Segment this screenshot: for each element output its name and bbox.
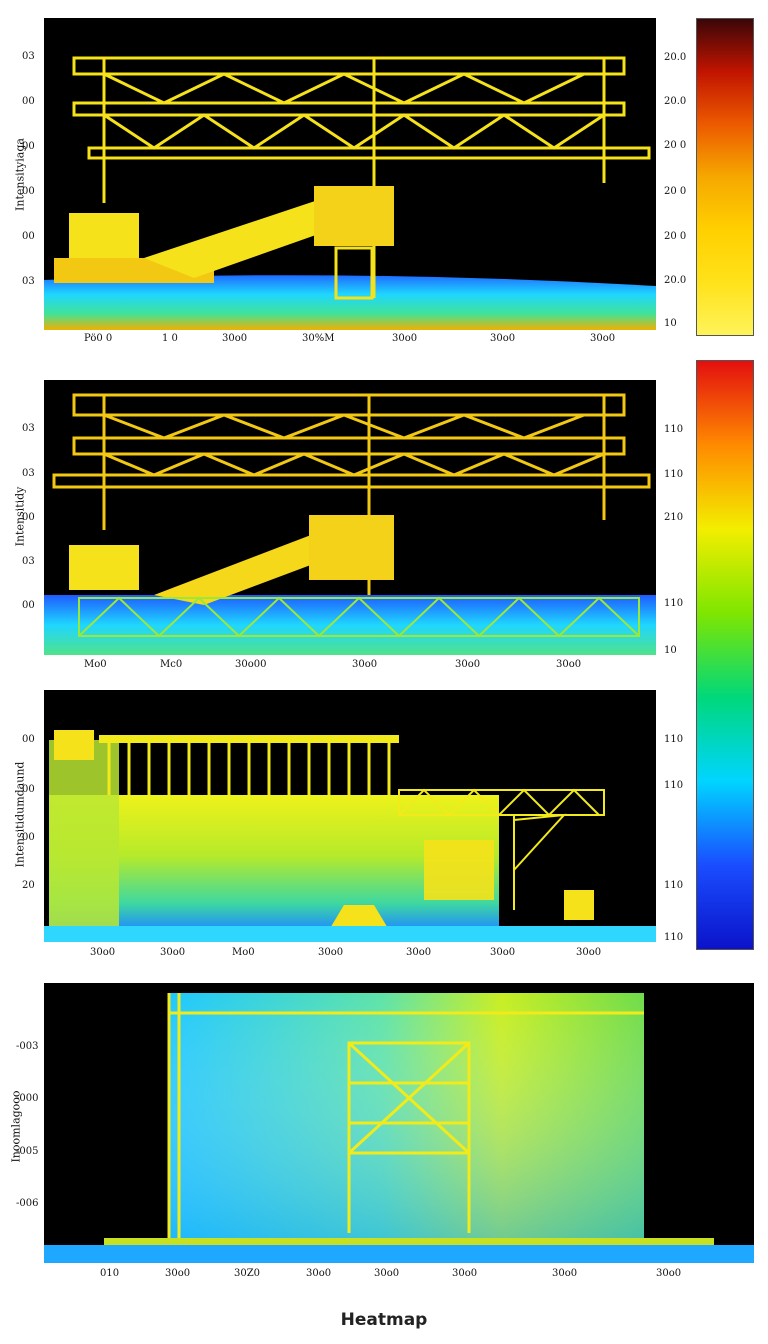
x-tick: 30o0 bbox=[576, 947, 602, 958]
x-tick: 30o0 bbox=[222, 333, 248, 344]
colorbar-tick: 20.0 bbox=[664, 275, 687, 286]
y-tick: 00 bbox=[22, 141, 35, 152]
chart-title: Heatmap bbox=[340, 1310, 428, 1330]
x-tick: 30o0 bbox=[352, 659, 378, 670]
x-tick: 30o0 bbox=[160, 947, 186, 958]
y-tick: 00 bbox=[22, 512, 35, 523]
heatmap-panel-2 bbox=[44, 380, 656, 655]
y-tick: -003 bbox=[16, 1041, 39, 1052]
x-tick: 30o0 bbox=[90, 947, 116, 958]
x-tick: Mo0 bbox=[84, 659, 107, 670]
y-tick: 00 bbox=[22, 96, 35, 107]
x-tick: 30o0 bbox=[656, 1268, 682, 1279]
colorbar-tick: 20 0 bbox=[664, 186, 687, 197]
colorbar-tick: 110 bbox=[664, 424, 684, 435]
heatmap-panel-1 bbox=[44, 18, 656, 330]
x-tick: Mo0 bbox=[232, 947, 255, 958]
x-tick: 30o0 bbox=[306, 1268, 332, 1279]
x-tick: 30o00 bbox=[235, 659, 267, 670]
colorbar-tick: 20 0 bbox=[664, 140, 687, 151]
colorbar-tick: 110 bbox=[664, 880, 684, 891]
colorbar-tick: 110 bbox=[664, 734, 684, 745]
y-tick: 00 bbox=[22, 734, 35, 745]
x-tick: Mc0 bbox=[160, 659, 183, 670]
x-tick: 1 0 bbox=[162, 333, 178, 344]
colorbar-tick: 110 bbox=[664, 780, 684, 791]
heatmap-3-image bbox=[44, 690, 656, 942]
x-tick: 30o0 bbox=[490, 333, 516, 344]
y-axis-label-1: Intensityiaga bbox=[13, 138, 27, 211]
colorbar-tick: 10 bbox=[664, 645, 677, 656]
x-tick: 30o0 bbox=[452, 1268, 478, 1279]
heatmap-2-image bbox=[44, 380, 656, 655]
x-tick: 30o0 bbox=[406, 947, 432, 958]
y-tick: 03 bbox=[22, 276, 35, 287]
x-tick: 30o0 bbox=[318, 947, 344, 958]
colorbar-tick: 110 bbox=[664, 932, 684, 943]
y-tick: 03 bbox=[22, 468, 35, 479]
y-tick: 03 bbox=[22, 556, 35, 567]
colorbar-tick: 20.0 bbox=[664, 96, 687, 107]
y-tick: 20 bbox=[22, 880, 35, 891]
heatmap-1-image bbox=[44, 18, 656, 330]
y-tick: 00 bbox=[22, 600, 35, 611]
colorbar-tick: 20.0 bbox=[664, 52, 687, 63]
colorbar-tick: 110 bbox=[664, 598, 684, 609]
x-tick: 010 bbox=[100, 1268, 120, 1279]
x-tick: 30o0 bbox=[165, 1268, 191, 1279]
colorbar-tick: 10 bbox=[664, 318, 677, 329]
colorbar-hot bbox=[696, 18, 754, 336]
colorbar-tick: 20 0 bbox=[664, 231, 687, 242]
y-tick: -006 bbox=[16, 1198, 39, 1209]
x-tick: 30o0 bbox=[455, 659, 481, 670]
x-tick: 30%M bbox=[302, 333, 335, 344]
y-tick: 00 bbox=[22, 832, 35, 843]
y-axis-label-3: Intensitidumdaund bbox=[13, 761, 27, 868]
x-tick: Pö0 0 bbox=[84, 333, 113, 344]
x-tick: 30o0 bbox=[392, 333, 418, 344]
y-tick: 00 bbox=[22, 231, 35, 242]
x-tick: 30o0 bbox=[490, 947, 516, 958]
y-axis-label-4: Inoomlagooo bbox=[9, 1090, 23, 1163]
heatmap-panel-3 bbox=[44, 690, 656, 942]
x-tick: 30o0 bbox=[374, 1268, 400, 1279]
x-tick: 30o0 bbox=[552, 1268, 578, 1279]
colorbar-jet bbox=[696, 360, 754, 950]
y-tick: 00 bbox=[22, 784, 35, 795]
y-tick: -000 bbox=[16, 1093, 39, 1104]
x-tick: 30Z0 bbox=[234, 1268, 261, 1279]
colorbar-tick: 210 bbox=[664, 512, 684, 523]
colorbar-tick: 110 bbox=[664, 469, 684, 480]
y-tick: 03 bbox=[22, 423, 35, 434]
heatmap-panel-4 bbox=[44, 983, 754, 1263]
heatmap-4-image bbox=[44, 983, 754, 1263]
x-tick: 30o0 bbox=[556, 659, 582, 670]
y-tick: 00 bbox=[22, 186, 35, 197]
x-tick: 30o0 bbox=[590, 333, 616, 344]
y-tick: 03 bbox=[22, 51, 35, 62]
y-tick: -005 bbox=[16, 1146, 39, 1157]
